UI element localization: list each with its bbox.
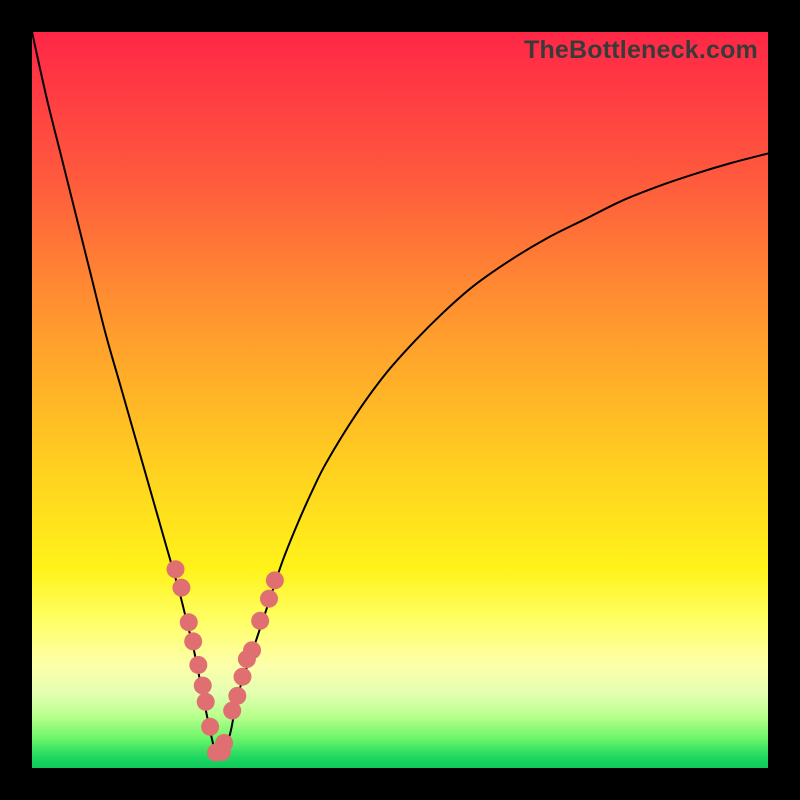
curve-marker <box>197 693 215 711</box>
curve-marker <box>180 613 198 631</box>
curve-marker <box>184 632 202 650</box>
curve-svg <box>32 32 768 768</box>
curve-marker <box>189 656 207 674</box>
bottleneck-curve <box>32 32 768 757</box>
curve-marker <box>201 718 219 736</box>
chart-frame: TheBottleneck.com <box>0 0 800 800</box>
curve-marker <box>260 590 278 608</box>
plot-area: TheBottleneck.com <box>32 32 768 768</box>
curve-marker <box>243 641 261 659</box>
watermark-text: TheBottleneck.com <box>524 36 758 65</box>
curve-marker <box>234 668 252 686</box>
curve-marker <box>251 612 269 630</box>
curve-marker <box>266 571 284 589</box>
curve-marker <box>167 560 185 578</box>
curve-marker <box>194 677 212 695</box>
curve-marker <box>172 579 190 597</box>
marker-group <box>167 560 284 761</box>
curve-marker <box>215 734 233 752</box>
curve-marker <box>228 687 246 705</box>
